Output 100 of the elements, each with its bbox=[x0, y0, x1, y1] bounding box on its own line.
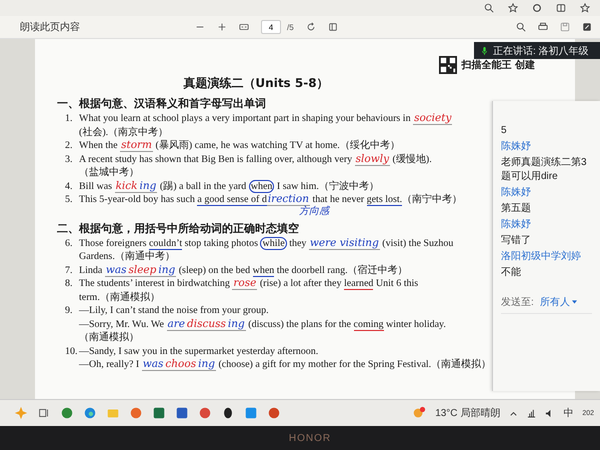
task-view-icon[interactable] bbox=[37, 406, 51, 420]
split-screen-icon[interactable] bbox=[556, 3, 566, 13]
question-text: winter holiday. bbox=[385, 318, 446, 330]
page-total: /5 bbox=[287, 22, 294, 32]
bezel-brand-text: HONOR bbox=[288, 432, 332, 444]
underlined-text: coming bbox=[354, 318, 384, 330]
underlined-text: couldn’t bbox=[148, 238, 182, 250]
question-text: (缓慢地). bbox=[392, 154, 432, 164]
handwritten-note: 方向感 bbox=[299, 206, 329, 216]
recipient-dropdown[interactable]: 所有人 bbox=[540, 295, 577, 309]
question-text: that he never bbox=[311, 194, 366, 205]
question-number: 8. bbox=[65, 277, 74, 291]
question-text: The students’ interest in birdwatching bbox=[79, 278, 231, 289]
question-text: (visit) the Suzhou bbox=[381, 238, 454, 248]
speaking-text: 正在讲话: 洛初八年级 bbox=[493, 44, 589, 58]
underlined-text: when bbox=[252, 264, 274, 276]
circled-word: when bbox=[248, 180, 274, 192]
handwritten-answer: ing bbox=[226, 318, 246, 330]
edit-icon[interactable] bbox=[582, 22, 592, 32]
scanner-watermark-text: 扫描全能王 创建 bbox=[462, 58, 535, 72]
document-title: 真题演练二（Units 5-8） bbox=[182, 75, 330, 92]
section-heading: 一、根据句意、汉语释义和首字母写出单词 bbox=[57, 96, 266, 111]
sender-name: 陈姝妤 bbox=[501, 219, 531, 230]
question-number: 10. bbox=[65, 344, 78, 358]
weather-text[interactable]: 13°C 局部晴朗 bbox=[435, 406, 500, 420]
question-number: 4. bbox=[65, 180, 74, 193]
send-to-label: 发送至: bbox=[501, 296, 534, 309]
page-view-icon[interactable] bbox=[328, 22, 338, 32]
chat-message: 第五题 bbox=[501, 203, 531, 214]
question-text: term.（南通模拟） bbox=[79, 292, 160, 302]
question-number: 3. bbox=[65, 152, 74, 166]
handwritten-answer: storm bbox=[120, 139, 153, 152]
question-text: —Sorry, Mr. Wu. We bbox=[79, 318, 165, 330]
underlined-text: a good sense of d bbox=[197, 194, 267, 206]
question-text: What you learn at school plays a very important part in shaping your behaviours in bbox=[79, 113, 412, 124]
question-text: (choose) a gift for my mother for the Spring Festival.（南通模拟） bbox=[217, 359, 492, 370]
handwritten-answer: ing bbox=[197, 358, 216, 371]
question-text: the doorbell rang.（宿迁中考） bbox=[276, 264, 408, 276]
input-method-indicator[interactable]: 中 bbox=[563, 406, 574, 420]
question-text: （南宁中考） bbox=[402, 194, 462, 205]
fit-page-icon[interactable] bbox=[239, 22, 249, 32]
question-text: —Sandy, I saw you in the supermarket yesterday afternoon. bbox=[79, 346, 318, 356]
handwritten-answer: ing bbox=[138, 180, 158, 192]
sender-name: 陈姝妤 bbox=[501, 187, 531, 198]
read-aloud-button[interactable]: 朗读此页内容 bbox=[20, 20, 80, 34]
page-number-field[interactable]: 4 bbox=[261, 20, 281, 34]
question-text: (discuss) the plans for the bbox=[247, 318, 352, 330]
chat-message: 写错了 bbox=[501, 235, 531, 246]
handwritten-answer: ing bbox=[157, 264, 176, 276]
network-icon[interactable] bbox=[527, 408, 536, 418]
question-number: 7. bbox=[65, 264, 74, 277]
qr-code-icon bbox=[438, 56, 457, 74]
rotate-icon[interactable] bbox=[306, 22, 316, 32]
question-text: (踢) a ball in the yard bbox=[158, 180, 248, 192]
question-text: A recent study has shown that Big Ben is falling over, although very bbox=[79, 154, 354, 164]
question-text: This 5-year-old boy has such bbox=[79, 194, 196, 205]
save-icon[interactable] bbox=[560, 22, 570, 32]
question-text: When the bbox=[79, 140, 119, 151]
zoom-in-icon[interactable] bbox=[217, 22, 227, 32]
question-number: 6. bbox=[65, 236, 74, 250]
question-text: Bill was bbox=[79, 180, 114, 192]
handwritten-answer: choos bbox=[164, 358, 198, 371]
print-icon[interactable] bbox=[538, 22, 548, 32]
handwritten-answer: irection bbox=[266, 193, 310, 206]
question-text: they bbox=[288, 238, 308, 248]
question-text: Linda bbox=[79, 264, 104, 276]
handwritten-answer: slowly bbox=[354, 152, 390, 166]
question-text: (暴风雨) came, he was watching TV at home.（绥化中考） bbox=[154, 140, 400, 151]
question-text: stop taking photos bbox=[184, 238, 259, 248]
handwritten-answer: kick bbox=[114, 180, 139, 192]
section-heading: 二、根据句意，用括号中所给动词的正确时态填空 bbox=[57, 220, 299, 236]
sender-name: 陈姝妤 bbox=[501, 141, 531, 152]
favorites-icon[interactable] bbox=[580, 3, 590, 13]
circled-word: while bbox=[260, 236, 287, 250]
question-text: —Oh, really? I bbox=[79, 359, 140, 370]
question-number: 2. bbox=[65, 139, 74, 152]
zoom-icon[interactable] bbox=[484, 3, 494, 13]
question-text: I saw him.（宁波中考） bbox=[276, 180, 379, 192]
chat-message: 老师真题演练二第3题可以用dire bbox=[501, 157, 587, 182]
question-text: (社会).（南京中考） bbox=[79, 126, 168, 138]
chat-message: 5 bbox=[501, 125, 507, 136]
handwritten-answer: sleep bbox=[127, 264, 158, 276]
handwritten-answer: were visiting bbox=[308, 236, 380, 250]
underlined-text: gets lost. bbox=[366, 194, 402, 206]
question-text: （盐城中考） bbox=[79, 167, 139, 178]
question-number: 1. bbox=[65, 112, 74, 126]
handwritten-answer: society bbox=[413, 112, 452, 125]
search-icon[interactable] bbox=[516, 22, 526, 32]
star-icon[interactable] bbox=[508, 3, 518, 13]
handwritten-answer: discuss bbox=[186, 318, 227, 330]
question-text: —Lily, I can’t stand the noise from your group. bbox=[79, 305, 269, 316]
handwritten-answer: was bbox=[104, 264, 128, 276]
question-text: Unit 6 this bbox=[374, 278, 418, 289]
question-text: （南通模拟） bbox=[79, 332, 139, 343]
question-text: (rise) a lot after they bbox=[258, 278, 342, 289]
question-number: 9. bbox=[65, 304, 74, 318]
app-icon[interactable] bbox=[60, 406, 74, 420]
question-text: Gardens.（南通中考） bbox=[79, 251, 175, 262]
microphone-icon bbox=[482, 46, 487, 54]
sender-name: 洛阳初级中学刘婷 bbox=[501, 251, 581, 262]
